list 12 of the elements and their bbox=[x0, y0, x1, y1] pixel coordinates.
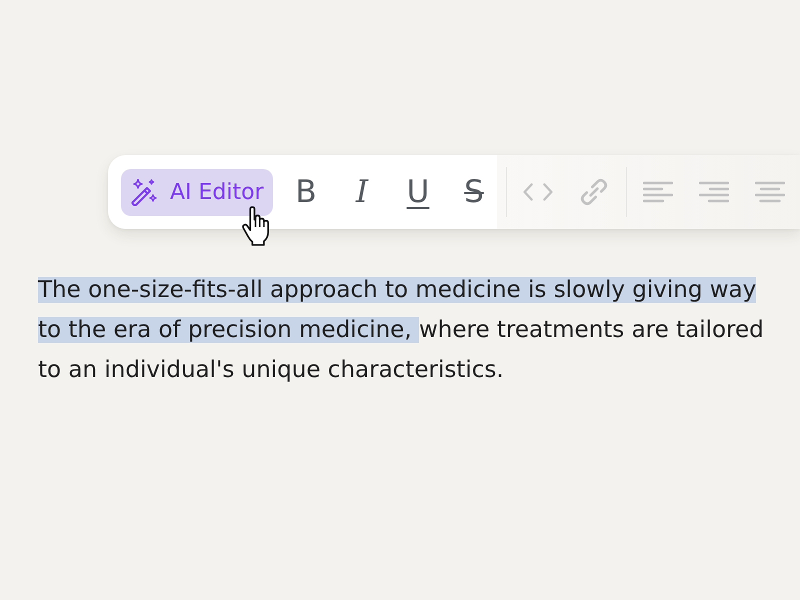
strikethrough-button[interactable]: S bbox=[446, 168, 502, 216]
align-left-icon bbox=[643, 181, 673, 203]
paragraph-text: The one-size-fits-all approach to medicine is slowly giving way to the era of precision medicine, where treatments are tailored to an individual's unique characteristics. bbox=[38, 276, 765, 385]
bold-button[interactable]: B bbox=[278, 168, 334, 216]
align-right-icon bbox=[699, 181, 729, 203]
ai-editor-button[interactable]: AI Editor bbox=[121, 168, 273, 216]
link-icon bbox=[580, 178, 608, 206]
underline-button[interactable]: U bbox=[390, 168, 446, 216]
italic-button[interactable]: I bbox=[334, 168, 390, 216]
align-center-icon bbox=[755, 181, 785, 203]
magic-wand-icon bbox=[130, 178, 157, 206]
code-icon bbox=[523, 182, 553, 202]
